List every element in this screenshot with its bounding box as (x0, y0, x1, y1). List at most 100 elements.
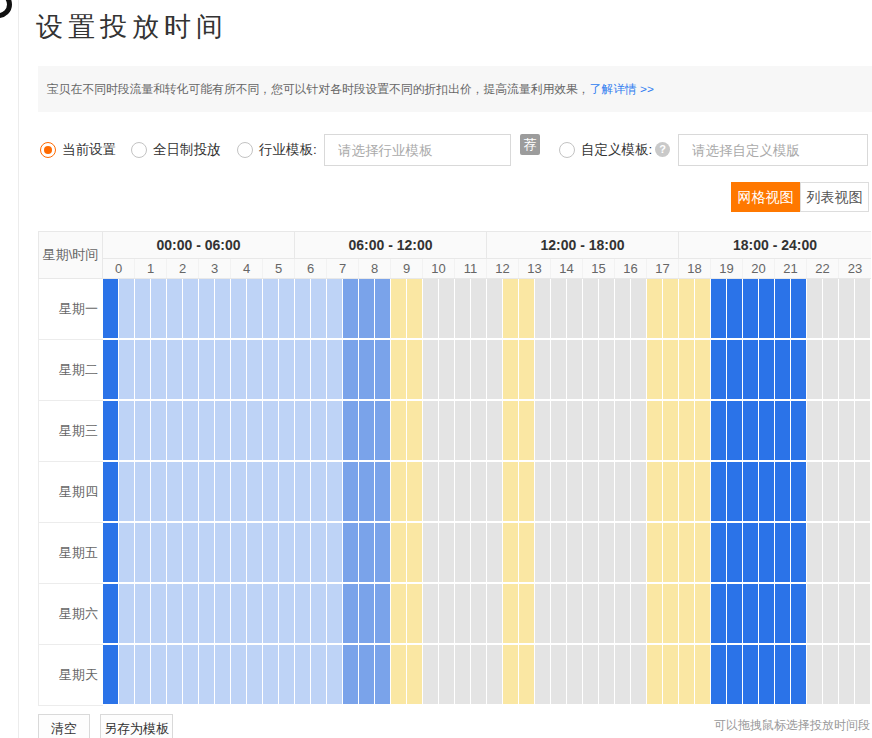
time-slot-cell[interactable] (279, 401, 295, 462)
time-slot-cell[interactable] (423, 584, 439, 645)
time-slot-cell[interactable] (823, 401, 839, 462)
time-slot-cell[interactable] (647, 584, 663, 645)
time-slot-cell[interactable] (439, 340, 455, 401)
time-slot-cell[interactable] (743, 401, 759, 462)
radio-icon-custom[interactable] (559, 142, 575, 158)
time-slot-cell[interactable] (791, 462, 807, 523)
time-slot-cell[interactable] (647, 523, 663, 584)
time-slot-cell[interactable] (167, 340, 183, 401)
time-slot-cell[interactable] (455, 340, 471, 401)
time-slot-cell[interactable] (311, 401, 327, 462)
time-slot-cell[interactable] (343, 401, 359, 462)
time-slot-cell[interactable] (711, 401, 727, 462)
time-slot-cell[interactable] (263, 462, 279, 523)
time-slot-cell[interactable] (519, 340, 535, 401)
time-slot-cell[interactable] (823, 523, 839, 584)
time-slot-cell[interactable] (247, 340, 263, 401)
time-slot-cell[interactable] (295, 584, 311, 645)
time-slot-cell[interactable] (695, 645, 711, 706)
time-slot-cell[interactable] (711, 462, 727, 523)
time-slot-cell[interactable] (647, 401, 663, 462)
time-slot-cell[interactable] (823, 279, 839, 340)
time-slot-cell[interactable] (775, 401, 791, 462)
time-slot-cell[interactable] (823, 462, 839, 523)
time-slot-cell[interactable] (263, 279, 279, 340)
time-slot-cell[interactable] (743, 523, 759, 584)
time-slot-cell[interactable] (599, 584, 615, 645)
time-slot-cell[interactable] (471, 462, 487, 523)
time-slot-cell[interactable] (615, 401, 631, 462)
time-slot-cell[interactable] (855, 279, 871, 340)
time-slot-cell[interactable] (455, 584, 471, 645)
time-slot-cell[interactable] (279, 584, 295, 645)
time-slot-cell[interactable] (487, 584, 503, 645)
save-as-template-button[interactable]: 另存为模板 (100, 714, 173, 738)
time-slot-cell[interactable] (471, 584, 487, 645)
time-slot-cell[interactable] (775, 279, 791, 340)
time-slot-cell[interactable] (247, 523, 263, 584)
time-slot-cell[interactable] (775, 584, 791, 645)
time-slot-cell[interactable] (647, 279, 663, 340)
time-slot-cell[interactable] (311, 462, 327, 523)
time-slot-cell[interactable] (151, 523, 167, 584)
time-slot-cell[interactable] (503, 401, 519, 462)
time-slot-cell[interactable] (599, 279, 615, 340)
radio-industry-template[interactable]: 行业模板: (237, 134, 317, 166)
time-slot-cell[interactable] (615, 584, 631, 645)
time-slot-cell[interactable] (807, 462, 823, 523)
time-slot-cell[interactable] (807, 645, 823, 706)
time-slot-cell[interactable] (279, 462, 295, 523)
time-slot-cell[interactable] (311, 279, 327, 340)
time-slot-cell[interactable] (199, 523, 215, 584)
time-slot-cell[interactable] (375, 340, 391, 401)
time-slot-cell[interactable] (631, 645, 647, 706)
time-slot-cell[interactable] (567, 584, 583, 645)
time-slot-cell[interactable] (695, 462, 711, 523)
time-slot-cell[interactable] (455, 401, 471, 462)
time-slot-cell[interactable] (407, 401, 423, 462)
time-slot-cell[interactable] (391, 279, 407, 340)
radio-full-day[interactable]: 全日制投放 (131, 134, 221, 166)
time-slot-cell[interactable] (743, 340, 759, 401)
time-slot-cell[interactable] (247, 462, 263, 523)
time-slot-cell[interactable] (231, 340, 247, 401)
time-slot-cell[interactable] (455, 279, 471, 340)
time-slot-cell[interactable] (263, 523, 279, 584)
time-slot-cell[interactable] (183, 462, 199, 523)
time-slot-cell[interactable] (551, 340, 567, 401)
time-slot-cell[interactable] (135, 401, 151, 462)
time-slot-cell[interactable] (567, 401, 583, 462)
time-slot-cell[interactable] (727, 401, 743, 462)
time-slot-cell[interactable] (327, 279, 343, 340)
time-slot-cell[interactable] (183, 401, 199, 462)
time-slot-cell[interactable] (439, 645, 455, 706)
time-slot-cell[interactable] (343, 340, 359, 401)
time-slot-cell[interactable] (551, 645, 567, 706)
time-slot-cell[interactable] (359, 340, 375, 401)
time-slot-cell[interactable] (599, 401, 615, 462)
time-slot-cell[interactable] (151, 279, 167, 340)
time-slot-cell[interactable] (551, 462, 567, 523)
time-slot-cell[interactable] (679, 584, 695, 645)
time-slot-cell[interactable] (135, 462, 151, 523)
time-slot-cell[interactable] (711, 279, 727, 340)
time-slot-cell[interactable] (183, 279, 199, 340)
time-slot-cell[interactable] (519, 584, 535, 645)
time-slot-cell[interactable] (103, 462, 119, 523)
time-slot-cell[interactable] (647, 462, 663, 523)
time-slot-cell[interactable] (343, 645, 359, 706)
time-slot-cell[interactable] (471, 401, 487, 462)
time-slot-cell[interactable] (167, 401, 183, 462)
time-slot-cell[interactable] (439, 279, 455, 340)
time-slot-cell[interactable] (135, 645, 151, 706)
time-slot-cell[interactable] (407, 584, 423, 645)
time-slot-cell[interactable] (567, 340, 583, 401)
time-slot-cell[interactable] (231, 645, 247, 706)
time-slot-cell[interactable] (551, 279, 567, 340)
time-slot-cell[interactable] (215, 401, 231, 462)
time-slot-cell[interactable] (727, 340, 743, 401)
time-slot-cell[interactable] (599, 340, 615, 401)
time-slot-cell[interactable] (583, 523, 599, 584)
time-slot-cell[interactable] (295, 462, 311, 523)
time-slot-cell[interactable] (663, 523, 679, 584)
